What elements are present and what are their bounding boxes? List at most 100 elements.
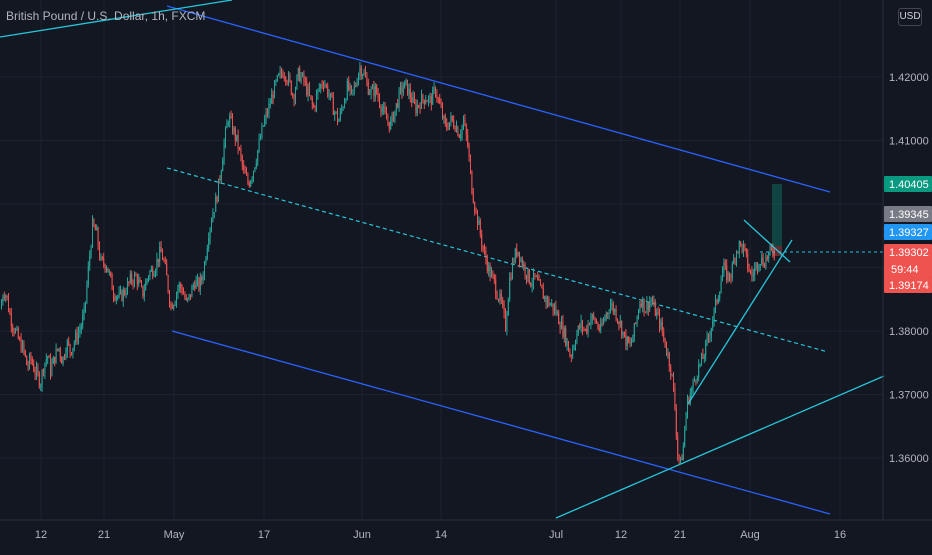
candle-up bbox=[400, 85, 401, 90]
candle-down bbox=[61, 357, 63, 364]
candle-up bbox=[278, 73, 280, 76]
candle-down bbox=[272, 94, 274, 99]
candle-up bbox=[573, 346, 575, 350]
time-tick-label: Aug bbox=[740, 529, 760, 541]
time-tick-label: 14 bbox=[435, 529, 447, 541]
candle-up bbox=[460, 134, 462, 139]
candle-up bbox=[52, 356, 54, 364]
candle-down bbox=[526, 275, 527, 279]
candle-up bbox=[556, 312, 558, 314]
candle-down bbox=[34, 371, 36, 375]
candle-up bbox=[148, 276, 149, 280]
candle-down bbox=[423, 99, 425, 104]
candle-down bbox=[132, 281, 134, 285]
target-zone[interactable] bbox=[772, 184, 782, 246]
candle-up bbox=[692, 381, 694, 389]
candle-down bbox=[181, 288, 183, 293]
candle-up bbox=[87, 266, 89, 285]
candle-down bbox=[453, 120, 455, 128]
candle-up bbox=[374, 85, 376, 97]
candle-up bbox=[611, 303, 613, 306]
candle-down bbox=[285, 77, 287, 82]
price-tag-value: 1.39302 bbox=[889, 247, 929, 259]
currency-button[interactable]: USD bbox=[898, 8, 922, 26]
candle-up bbox=[765, 257, 767, 268]
candle-up bbox=[488, 265, 490, 271]
candle-up bbox=[362, 74, 364, 77]
candle-down bbox=[37, 367, 39, 374]
candle-down bbox=[304, 81, 306, 83]
candle-down bbox=[496, 294, 498, 300]
candle-down bbox=[355, 85, 357, 87]
candle-down bbox=[583, 329, 585, 331]
candle-down bbox=[401, 85, 403, 93]
candle-up bbox=[262, 125, 264, 127]
candle-up bbox=[717, 297, 719, 303]
candle-down bbox=[141, 282, 142, 286]
chart-area[interactable]: 1.36000 1.37000 1.38000 1.41000 1.42000 12 21… bbox=[0, 0, 932, 550]
candle-up bbox=[47, 356, 49, 359]
candle-down bbox=[365, 71, 366, 78]
candle-down bbox=[492, 272, 494, 275]
candle-down bbox=[198, 278, 200, 290]
candle-up bbox=[86, 284, 88, 302]
candle-up bbox=[731, 263, 733, 278]
candle-down bbox=[377, 93, 379, 99]
candle-down bbox=[548, 298, 550, 306]
candle-down bbox=[534, 273, 536, 277]
candle-down bbox=[643, 298, 645, 312]
candle-down bbox=[321, 84, 323, 86]
candle-down bbox=[593, 314, 595, 318]
price-tick-label: 1.38000 bbox=[889, 326, 929, 338]
candle-up bbox=[736, 251, 737, 261]
candle-up bbox=[514, 248, 516, 263]
candle-up bbox=[177, 287, 179, 294]
candle-down bbox=[303, 73, 305, 82]
candle-down bbox=[104, 264, 106, 270]
candle-down bbox=[762, 257, 764, 267]
candle-up bbox=[233, 128, 235, 133]
candle-down bbox=[388, 121, 390, 130]
candle-down bbox=[621, 321, 623, 336]
candle-up bbox=[176, 293, 177, 303]
candle-down bbox=[594, 317, 596, 323]
candle-up bbox=[44, 362, 46, 373]
symbol-title[interactable]: British Pound / U.S. Dollar, 1h, FXCM bbox=[6, 9, 205, 23]
candle-down bbox=[169, 291, 170, 305]
candle-down bbox=[750, 271, 751, 273]
candle-up bbox=[258, 139, 260, 151]
candle-down bbox=[552, 303, 554, 311]
candle-up bbox=[251, 177, 253, 181]
candle-down bbox=[136, 275, 138, 285]
candle-down bbox=[597, 323, 599, 328]
candle-down bbox=[27, 364, 29, 368]
candle-down bbox=[24, 350, 26, 356]
candle-up bbox=[660, 321, 662, 327]
candle-down bbox=[331, 93, 333, 98]
candle-up bbox=[296, 75, 298, 90]
candle-down bbox=[740, 241, 742, 245]
candle-up bbox=[404, 80, 406, 89]
candle-up bbox=[752, 274, 754, 277]
candle-down bbox=[230, 116, 232, 118]
candle-down bbox=[54, 356, 56, 363]
candle-up bbox=[639, 303, 641, 312]
candle-up bbox=[614, 309, 616, 312]
chart-canvas[interactable]: 1.36000 1.37000 1.38000 1.41000 1.42000 12 21… bbox=[0, 0, 932, 550]
candle-up bbox=[523, 264, 525, 267]
candle-down bbox=[103, 258, 105, 265]
candle-up bbox=[743, 244, 744, 252]
candle-up bbox=[696, 377, 698, 381]
candle-up bbox=[51, 363, 53, 376]
candle-up bbox=[66, 340, 68, 353]
candle-down bbox=[545, 296, 547, 304]
candle-up bbox=[499, 293, 501, 301]
candle-up bbox=[507, 299, 509, 316]
candle-up bbox=[236, 134, 238, 141]
candle-down bbox=[101, 256, 103, 259]
candle-down bbox=[314, 107, 316, 109]
candle-up bbox=[450, 115, 452, 122]
candle-down bbox=[240, 148, 242, 157]
candle-down bbox=[668, 352, 670, 367]
candle-down bbox=[674, 387, 676, 410]
